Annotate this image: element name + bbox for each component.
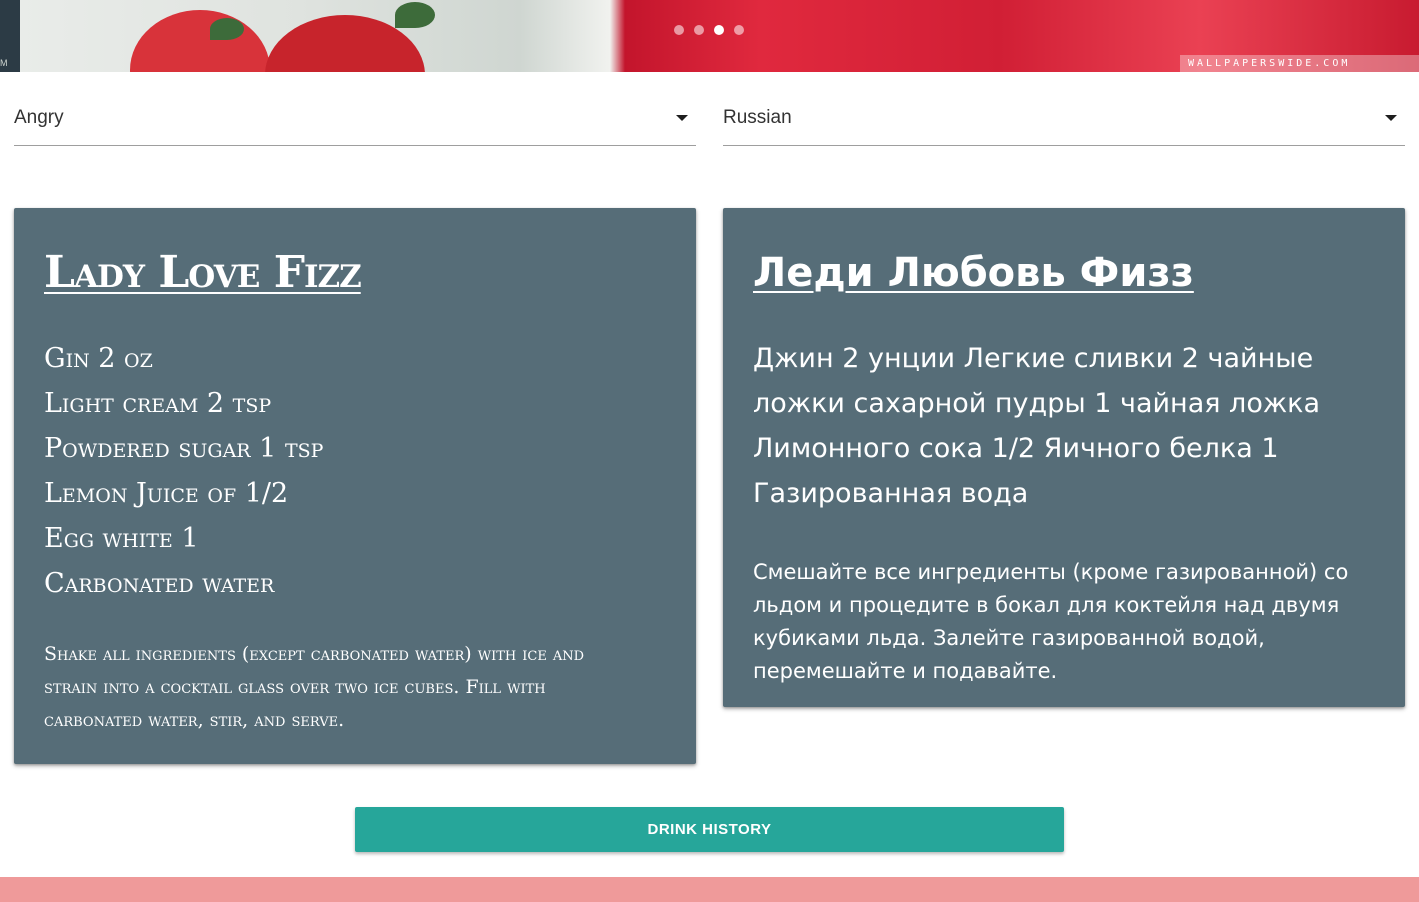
ingredient-text-translated: Джин 2 унции Легкие сливки 2 чайные ложк… — [753, 343, 1321, 509]
hero-watermark: WALLPAPERSWIDE.COM — [1180, 55, 1419, 72]
caret-down-icon — [1385, 115, 1397, 121]
ingredient-list: Gin 2 oz Light cream 2 tsp Powdered suga… — [44, 336, 666, 606]
drink-history-button[interactable]: Drink History — [355, 807, 1064, 852]
recipe-title-translated: Леди Любовь Физз — [753, 250, 1194, 296]
recipe-title: Lady Love Fizz — [44, 247, 362, 298]
ingredient-item: Gin 2 oz — [44, 343, 153, 374]
ingredient-item: Egg white 1 — [44, 523, 199, 554]
recipe-instructions: Shake all ingredients (except carbonated… — [44, 643, 585, 731]
mood-select-value: Angry — [14, 107, 64, 128]
ingredient-item: Powdered sugar 1 tsp — [44, 433, 324, 464]
ingredient-item: Lemon Juice of 1/2 — [44, 478, 289, 509]
leaf-image — [395, 2, 435, 28]
carousel-dot-2[interactable] — [694, 25, 704, 35]
ingredient-item: Carbonated water — [44, 568, 275, 599]
mood-select[interactable]: Angry — [14, 98, 696, 146]
strawberry-image — [130, 10, 270, 72]
carousel-dot-1[interactable] — [674, 25, 684, 35]
leaf-image — [210, 18, 244, 40]
carousel-dot-4[interactable] — [734, 25, 744, 35]
carousel-dot-3[interactable] — [714, 25, 724, 35]
ingredient-item: Light cream 2 tsp — [44, 388, 272, 419]
footer-band — [0, 877, 1419, 902]
carousel-indicators — [674, 25, 744, 35]
hero-carousel[interactable]: M WALLPAPERSWIDE.COM — [0, 0, 1419, 72]
language-select[interactable]: Russian — [723, 98, 1405, 146]
caret-down-icon — [676, 115, 688, 121]
language-select-value: Russian — [723, 107, 792, 128]
recipe-card-translated: Леди Любовь Физз Джин 2 унции Легкие сли… — [723, 208, 1405, 707]
hero-corner-text: M — [0, 58, 8, 68]
recipe-card-original: Lady Love Fizz Gin 2 oz Light cream 2 ts… — [14, 208, 696, 764]
recipe-instructions-translated: Смешайте все ингредиенты (кроме газирова… — [753, 560, 1349, 683]
